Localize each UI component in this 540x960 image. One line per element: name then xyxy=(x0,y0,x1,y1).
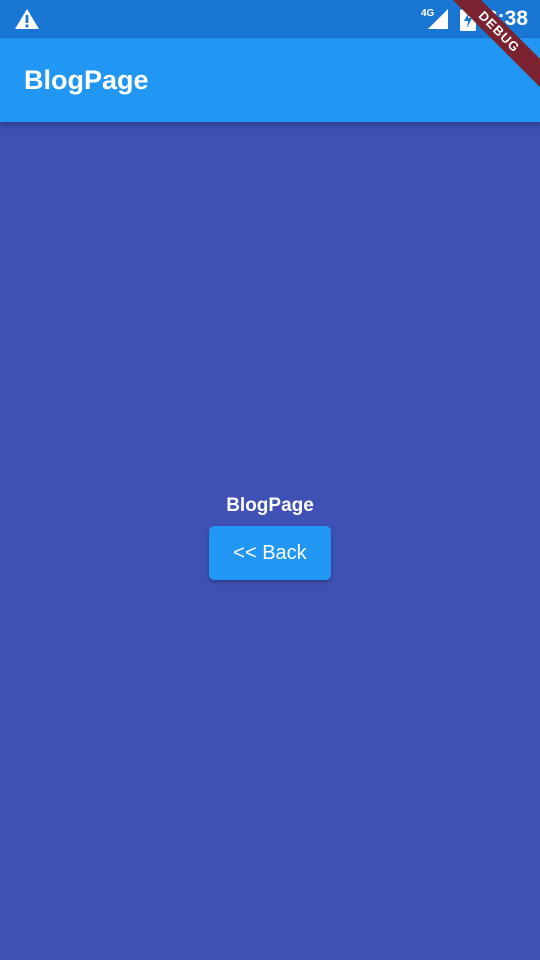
signal-icon: 4G xyxy=(421,8,448,29)
status-time: 6:38 xyxy=(485,7,528,30)
battery-charging-icon xyxy=(460,7,476,31)
page-title: BlogPage xyxy=(24,65,149,95)
network-type-label: 4G xyxy=(421,8,435,19)
status-bar: 4G 6:38 xyxy=(0,0,540,38)
warning-icon xyxy=(15,9,39,29)
page-label: BlogPage xyxy=(226,495,314,516)
back-button[interactable]: << Back xyxy=(209,526,331,580)
app-bar: BlogPage xyxy=(0,38,540,122)
content-area: BlogPage xyxy=(0,494,540,518)
